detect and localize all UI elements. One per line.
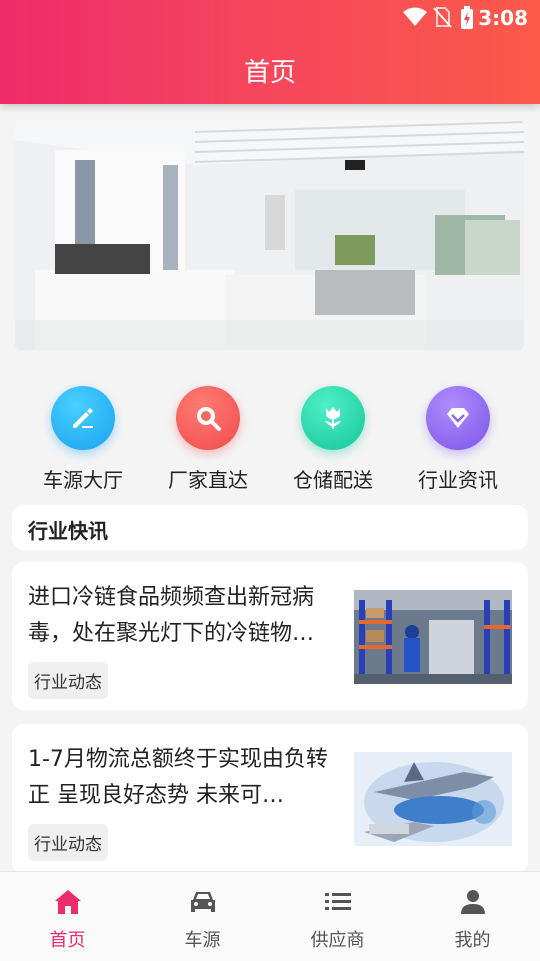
status-time: 3:08 xyxy=(478,6,528,30)
quick-item-label: 厂家直达 xyxy=(168,468,248,492)
search-icon xyxy=(176,386,240,450)
news-item[interactable]: 进口冷链食品频频查出新冠病毒，处在聚光灯下的冷链物… 行业动态 xyxy=(12,562,528,710)
quick-item-label: 行业资讯 xyxy=(418,468,498,492)
tab-label: 车源 xyxy=(184,930,221,951)
wifi-icon xyxy=(402,6,428,32)
car-icon xyxy=(187,886,219,918)
news-tag: 行业动态 xyxy=(28,662,108,699)
quick-access-menu: 车源大厅 厂家直达 仓储配送 行业资讯 xyxy=(0,386,540,496)
diamond-icon xyxy=(426,386,490,450)
quick-item-factory-direct[interactable]: 厂家直达 xyxy=(148,386,268,493)
list-icon xyxy=(322,886,354,918)
quick-item-vehicle-hall[interactable]: 车源大厅 xyxy=(23,386,143,493)
status-bar: 3:08 xyxy=(0,0,540,36)
quick-item-warehouse-delivery[interactable]: 仓储配送 xyxy=(273,386,393,493)
app-header: 3:08 首页 xyxy=(0,0,540,104)
tab-label: 供应商 xyxy=(310,930,365,951)
page-title: 首页 xyxy=(243,58,296,88)
news-title: 1-7月物流总额终于实现由负转正 呈现良好态势 未来可… xyxy=(28,747,328,808)
bottom-tab-bar: 首页 车源 供应商 我的 xyxy=(0,871,540,961)
news-title: 进口冷链食品频频查出新冠病毒，处在聚光灯下的冷链物… xyxy=(28,585,315,646)
tab-label: 首页 xyxy=(49,930,86,951)
banner-image[interactable] xyxy=(15,120,524,350)
tulip-icon xyxy=(301,386,365,450)
no-sim-icon xyxy=(432,6,452,32)
tab-label: 我的 xyxy=(454,930,491,951)
tab-profile[interactable]: 我的 xyxy=(405,872,540,961)
home-icon xyxy=(52,886,84,918)
quick-item-industry-news[interactable]: 行业资讯 xyxy=(398,386,518,493)
edit-icon xyxy=(51,386,115,450)
news-tag: 行业动态 xyxy=(28,824,108,861)
section-title: 行业快讯 xyxy=(28,519,108,543)
tab-suppliers[interactable]: 供应商 xyxy=(270,872,405,961)
quick-item-label: 车源大厅 xyxy=(43,468,123,492)
tab-home[interactable]: 首页 xyxy=(0,872,135,961)
person-icon xyxy=(457,886,489,918)
quick-item-label: 仓储配送 xyxy=(293,468,373,492)
news-thumbnail xyxy=(354,752,512,846)
section-header: 行业快讯 xyxy=(12,505,528,550)
news-item[interactable]: 1-7月物流总额终于实现由负转正 呈现良好态势 未来可… 行业动态 xyxy=(12,724,528,874)
news-thumbnail xyxy=(354,590,512,684)
tab-vehicles[interactable]: 车源 xyxy=(135,872,270,961)
battery-charging-icon xyxy=(460,6,474,34)
